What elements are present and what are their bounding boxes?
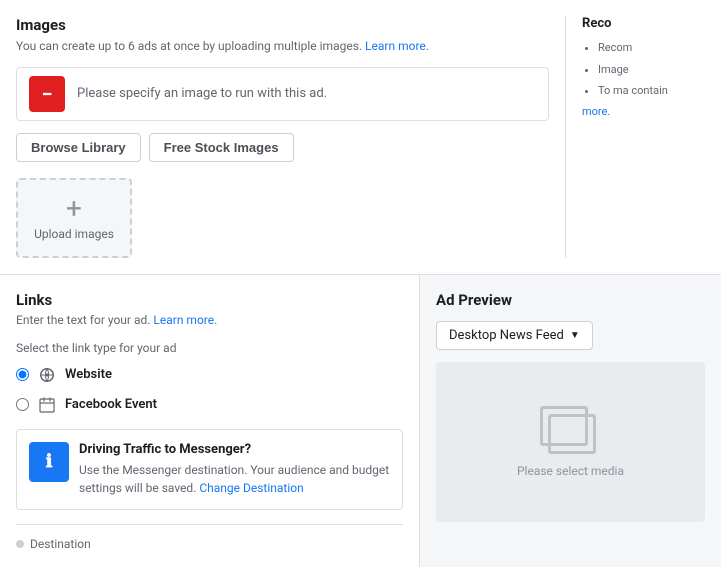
minus-icon: − xyxy=(41,84,52,104)
info-icon: ℹ xyxy=(46,451,53,472)
plus-icon: + xyxy=(66,195,82,223)
reco-item-3: To ma contain xyxy=(598,82,705,100)
messenger-icon-box: ℹ xyxy=(29,442,69,482)
images-description: You can create up to 6 ads at once by up… xyxy=(16,38,549,55)
facebook-event-radio[interactable] xyxy=(16,398,29,411)
reco-title: Reco xyxy=(582,16,705,31)
messenger-banner: ℹ Driving Traffic to Messenger? Use the … xyxy=(16,429,403,510)
change-destination-link[interactable]: Change Destination xyxy=(199,481,303,495)
ad-preview-panel: Ad Preview Desktop News Feed ▼ Please se… xyxy=(420,275,721,567)
images-learn-more-link[interactable]: Learn more. xyxy=(365,39,429,53)
error-icon-box: − xyxy=(29,76,65,112)
recommendations-panel: Reco Recom Image To ma contain more. xyxy=(565,16,705,258)
browse-library-button[interactable]: Browse Library xyxy=(16,133,141,162)
free-stock-images-button[interactable]: Free Stock Images xyxy=(149,133,294,162)
reco-list: Recom Image To ma contain xyxy=(582,39,705,100)
error-message: Please specify an image to run with this… xyxy=(77,86,327,101)
desktop-news-feed-dropdown[interactable]: Desktop News Feed ▼ xyxy=(436,321,593,350)
links-learn-more-link[interactable]: Learn more. xyxy=(153,313,217,327)
media-placeholder: Please select media xyxy=(517,406,624,478)
messenger-content: Driving Traffic to Messenger? Use the Me… xyxy=(79,442,390,497)
desktop-news-feed-label: Desktop News Feed xyxy=(449,328,564,343)
upload-images-box[interactable]: + Upload images xyxy=(16,178,132,258)
messenger-banner-title: Driving Traffic to Messenger? xyxy=(79,442,390,457)
facebook-event-label: Facebook Event xyxy=(65,397,157,412)
links-title: Links xyxy=(16,291,403,309)
images-title: Images xyxy=(16,16,549,34)
destination-dot xyxy=(16,540,24,548)
destination-bar: Destination xyxy=(16,524,403,551)
website-label: Website xyxy=(65,367,112,382)
facebook-event-option[interactable]: Facebook Event xyxy=(16,395,403,415)
links-description: Enter the text for your ad. Learn more. xyxy=(16,313,403,327)
media-rect-2 xyxy=(548,414,596,454)
upload-label: Upload images xyxy=(34,227,114,241)
image-buttons-row: Browse Library Free Stock Images xyxy=(16,133,549,162)
links-panel: Links Enter the text for your ad. Learn … xyxy=(0,275,420,567)
website-radio[interactable] xyxy=(16,368,29,381)
link-icon xyxy=(37,365,57,385)
facebook-event-icon xyxy=(37,395,57,415)
reco-item-2: Image xyxy=(598,61,705,79)
images-panel: Images You can create up to 6 ads at onc… xyxy=(16,16,549,258)
reco-item-1: Recom xyxy=(598,39,705,57)
destination-label: Destination xyxy=(30,537,91,551)
messenger-banner-description: Use the Messenger destination. Your audi… xyxy=(79,461,390,497)
select-media-text: Please select media xyxy=(517,464,624,478)
website-option[interactable]: Website xyxy=(16,365,403,385)
preview-area: Please select media xyxy=(436,362,705,522)
media-icon xyxy=(540,406,600,456)
link-type-label: Select the link type for your ad xyxy=(16,341,403,355)
image-error-row: − Please specify an image to run with th… xyxy=(16,67,549,121)
chevron-down-icon: ▼ xyxy=(570,330,580,341)
ad-preview-title: Ad Preview xyxy=(436,291,705,309)
reco-more-link[interactable]: more. xyxy=(582,105,610,118)
